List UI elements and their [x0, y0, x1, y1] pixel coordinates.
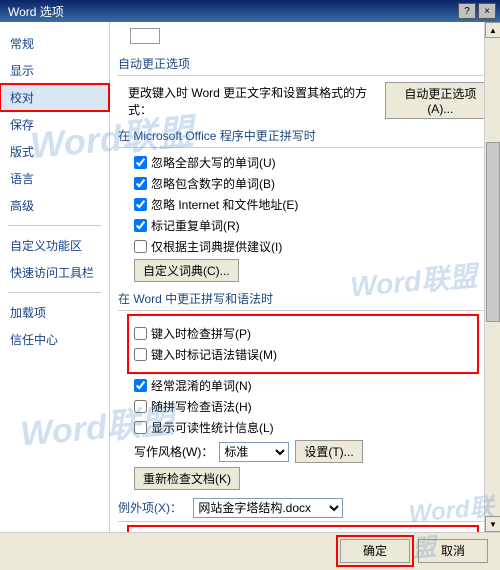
cb-ignore-uppercase[interactable]	[134, 156, 147, 169]
cb-confused-words[interactable]	[134, 379, 147, 392]
titlebar: Word 选项 ? ×	[0, 0, 500, 22]
cb-flag-repeated[interactable]	[134, 219, 147, 232]
autocorrect-options-button[interactable]: 自动更正选项(A)...	[385, 82, 496, 119]
help-button[interactable]: ?	[458, 3, 476, 19]
scroll-thumb[interactable]	[486, 142, 500, 322]
window-title: Word 选项	[4, 3, 456, 20]
footer: 确定 取消	[0, 532, 500, 568]
sidebar-item-general[interactable]: 常规	[0, 30, 109, 57]
ok-button[interactable]: 确定	[340, 539, 410, 563]
lbl-ignore-uppercase: 忽略全部大写的单词(U)	[151, 154, 276, 171]
section-office-spelling: 在 Microsoft Office 程序中更正拼写时	[118, 127, 496, 148]
cancel-button[interactable]: 取消	[418, 539, 488, 563]
lbl-mark-grammar: 键入时标记语法错误(M)	[151, 346, 277, 363]
separator	[8, 292, 101, 293]
sidebar-item-ribbon[interactable]: 自定义功能区	[0, 232, 109, 259]
scroll-up-button[interactable]: ▲	[485, 22, 500, 38]
cb-check-spelling[interactable]	[134, 327, 147, 340]
lbl-confused-words: 经常混淆的单词(N)	[151, 377, 252, 394]
section-word-spelling: 在 Word 中更正拼写和语法时	[118, 290, 496, 311]
sidebar-item-trust[interactable]: 信任中心	[0, 326, 109, 353]
lbl-flag-repeated: 标记重复单词(R)	[151, 217, 240, 234]
sidebar-item-proofing[interactable]: 校对	[0, 84, 109, 111]
sidebar-item-language[interactable]: 语言	[0, 165, 109, 192]
lbl-grammar-with-spelling: 随拼写检查语法(H)	[151, 398, 252, 415]
sidebar-item-addins[interactable]: 加载项	[0, 299, 109, 326]
custom-dictionaries-button[interactable]: 自定义词典(C)...	[134, 259, 239, 282]
section-autocorrect: 自动更正选项	[118, 55, 496, 76]
settings-button[interactable]: 设置(T)...	[295, 440, 362, 463]
close-button[interactable]: ×	[478, 3, 496, 19]
lbl-ignore-internet: 忽略 Internet 和文件地址(E)	[151, 196, 298, 213]
main-panel: 自动更正选项 更改键入时 Word 更正文字和设置其格式的方式： 自动更正选项(…	[110, 22, 500, 532]
lbl-readability: 显示可读性统计信息(L)	[151, 419, 274, 436]
writing-style-label: 写作风格(W)：	[134, 443, 213, 460]
cb-ignore-internet[interactable]	[134, 198, 147, 211]
sidebar-item-qat[interactable]: 快速访问工具栏	[0, 259, 109, 286]
writing-style-select[interactable]: 标准	[219, 442, 289, 462]
autocorrect-desc: 更改键入时 Word 更正文字和设置其格式的方式：	[128, 84, 379, 118]
sidebar-item-layout[interactable]: 版式	[0, 138, 109, 165]
sidebar-item-advanced[interactable]: 高级	[0, 192, 109, 219]
header-icon	[130, 28, 160, 44]
lbl-ignore-numbers: 忽略包含数字的单词(B)	[151, 175, 275, 192]
sidebar-item-display[interactable]: 显示	[0, 57, 109, 84]
sidebar-item-save[interactable]: 保存	[0, 111, 109, 138]
cb-grammar-with-spelling[interactable]	[134, 400, 147, 413]
cb-ignore-numbers[interactable]	[134, 177, 147, 190]
sidebar: 常规 显示 校对 保存 版式 语言 高级 自定义功能区 快速访问工具栏 加载项 …	[0, 22, 110, 532]
exceptions-doc-select[interactable]: 网站金字塔结构.docx	[193, 498, 343, 518]
scrollbar[interactable]: ▲ ▼	[484, 22, 500, 532]
cb-readability[interactable]	[134, 421, 147, 434]
cb-mark-grammar[interactable]	[134, 348, 147, 361]
separator	[8, 225, 101, 226]
exceptions-label: 例外项(X)：	[118, 501, 182, 515]
recheck-button[interactable]: 重新检查文档(K)	[134, 467, 240, 490]
section-exceptions: 例外项(X)： 网站金字塔结构.docx	[118, 498, 496, 522]
lbl-main-dict-only: 仅根据主词典提供建议(I)	[151, 238, 282, 255]
cb-main-dict-only[interactable]	[134, 240, 147, 253]
scroll-down-button[interactable]: ▼	[485, 516, 500, 532]
lbl-check-spelling: 键入时检查拼写(P)	[151, 325, 251, 342]
